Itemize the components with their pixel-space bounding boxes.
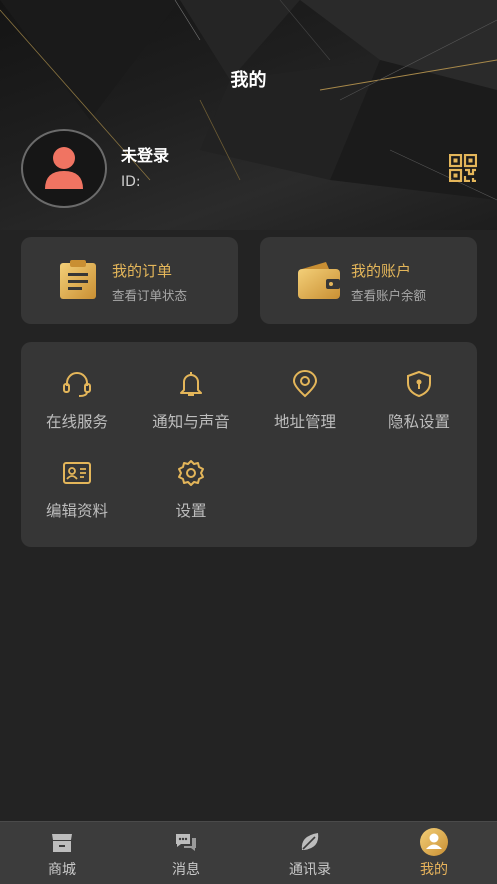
online-service-item[interactable]: 在线服务: [21, 370, 133, 440]
location-pin-icon: [292, 370, 318, 398]
qr-code-icon[interactable]: [449, 154, 477, 182]
shop-icon: [52, 834, 72, 852]
notification-sound-item[interactable]: 通知与声音: [135, 370, 247, 440]
tab-contacts[interactable]: 通讯录: [248, 822, 372, 884]
my-orders-card[interactable]: 我的订单 查看订单状态: [21, 237, 238, 324]
item-label: 地址管理: [273, 413, 336, 431]
tab-label: 消息: [172, 862, 200, 878]
gear-icon: [178, 460, 204, 486]
id-card-icon: [63, 462, 91, 484]
tab-label: 我的: [420, 862, 448, 878]
item-label: 编辑资料: [45, 502, 108, 520]
username[interactable]: 未登录: [121, 142, 169, 166]
address-management-item[interactable]: 地址管理: [249, 370, 361, 440]
user-icon: [420, 828, 448, 856]
item-label: 隐私设置: [387, 413, 450, 431]
settings-item[interactable]: 设置: [135, 459, 247, 529]
services-panel: 在线服务 通知与声音 地址管理 隐私设置 编辑资料 设置: [21, 342, 477, 547]
user-avatar-icon: [45, 147, 83, 189]
tab-label: 通讯录: [289, 862, 331, 878]
privacy-settings-item[interactable]: 隐私设置: [363, 370, 475, 440]
card-title: 我的订单: [112, 262, 173, 280]
edit-profile-item[interactable]: 编辑资料: [21, 459, 133, 529]
headset-icon: [63, 372, 91, 397]
clipboard-icon: [60, 260, 96, 299]
user-id: ID:: [121, 174, 141, 190]
tab-mine[interactable]: 我的: [372, 822, 496, 884]
card-subtitle: 查看订单状态: [112, 288, 188, 303]
avatar[interactable]: [21, 129, 107, 208]
tab-label: 商城: [48, 862, 76, 878]
wallet-icon: [298, 262, 340, 299]
page-title: 我的: [230, 70, 267, 91]
chat-bubbles-icon: [176, 834, 196, 851]
card-subtitle: 查看账户余额: [351, 288, 427, 303]
item-label: 设置: [175, 502, 207, 520]
leaf-icon: [301, 833, 319, 850]
tab-messages[interactable]: 消息: [124, 822, 248, 884]
my-account-card[interactable]: 我的账户 查看账户余额: [260, 237, 477, 324]
bell-icon: [180, 372, 202, 396]
card-title: 我的账户: [351, 262, 412, 280]
tab-shop[interactable]: 商城: [0, 822, 124, 884]
bottom-tab-bar: 商城 消息 通讯录 我的: [0, 821, 497, 884]
item-label: 通知与声音: [152, 413, 230, 431]
item-label: 在线服务: [45, 413, 108, 431]
shield-lock-icon: [407, 370, 431, 398]
